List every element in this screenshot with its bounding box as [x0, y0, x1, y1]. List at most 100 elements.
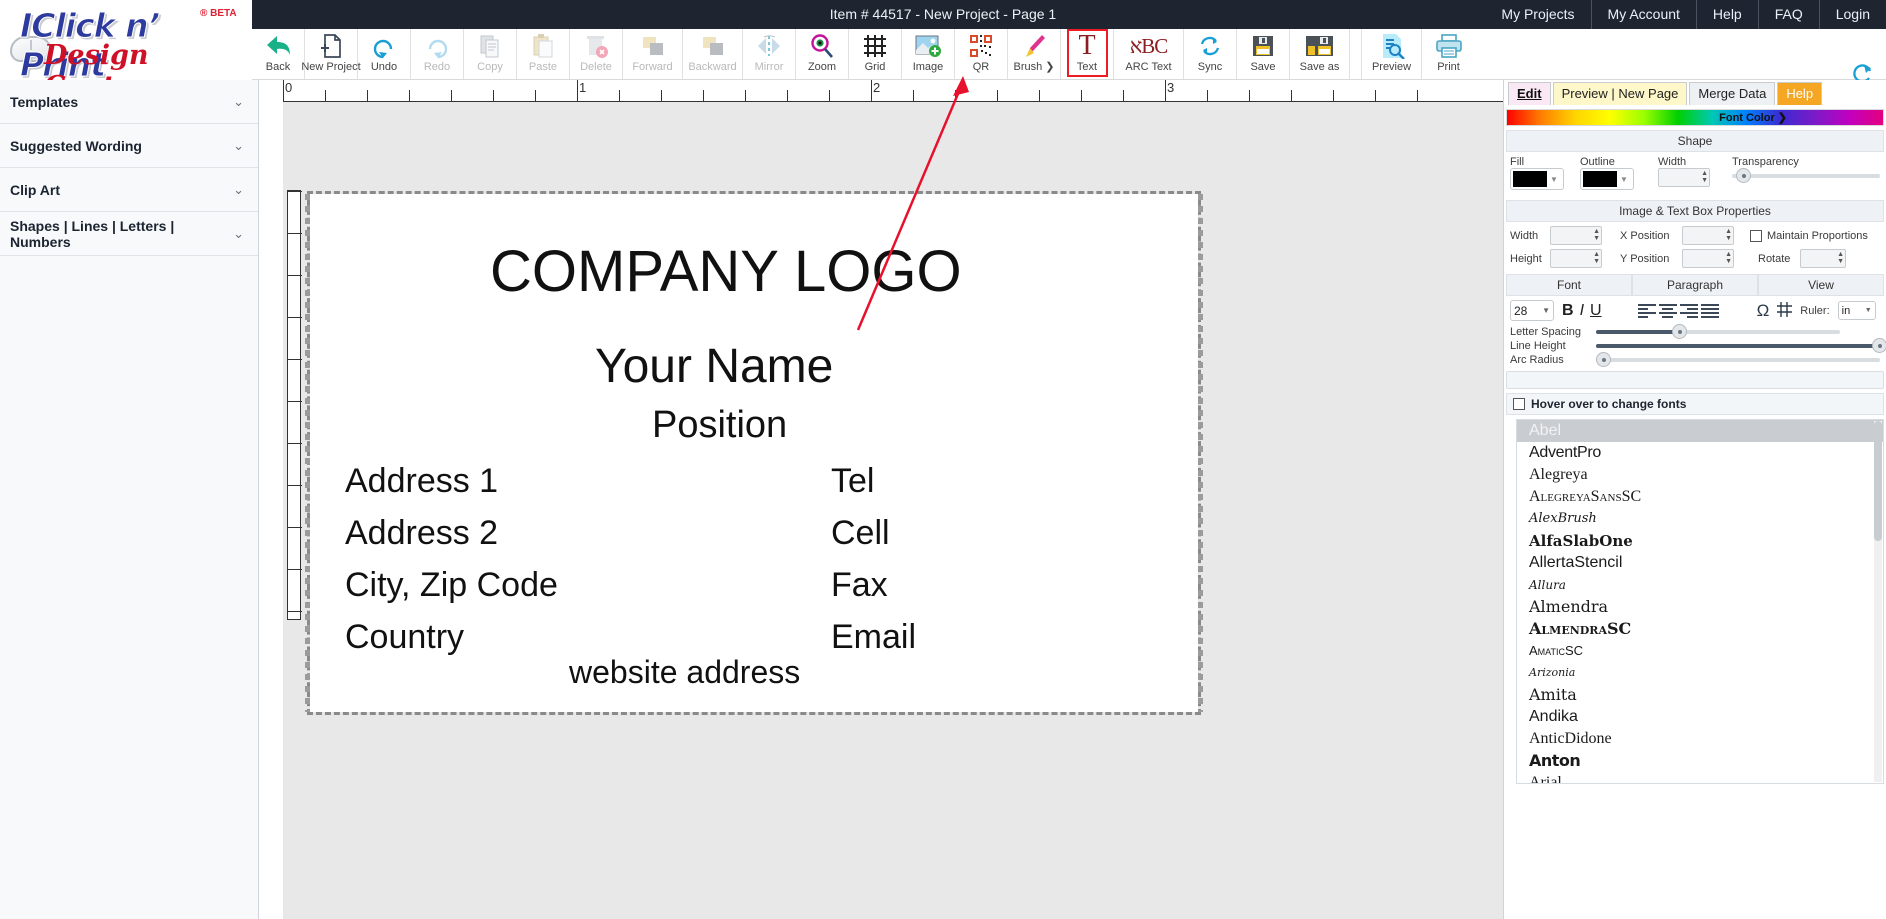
- grid-icon[interactable]: [1777, 302, 1792, 320]
- font-list-item[interactable]: Andika: [1517, 706, 1883, 728]
- toolbar-forward[interactable]: Forward: [623, 29, 683, 79]
- align-center-icon[interactable]: [1659, 303, 1677, 319]
- special-character-icon[interactable]: Ω: [1757, 301, 1770, 321]
- underline-button[interactable]: U: [1590, 302, 1602, 320]
- toolbar-text[interactable]: T Text: [1061, 29, 1114, 79]
- letter-spacing-knob[interactable]: [1672, 324, 1687, 339]
- hover-fonts-checkbox[interactable]: [1513, 398, 1525, 410]
- toolbar-sync[interactable]: Sync: [1184, 29, 1237, 79]
- sidebar-item-suggested-wording[interactable]: Suggested Wording ⌄: [0, 124, 258, 168]
- font-size-select[interactable]: 28 ▼: [1510, 300, 1554, 321]
- canvas-text-country[interactable]: Country: [345, 618, 464, 657]
- font-color-gradient-picker[interactable]: Font Color ❯: [1506, 109, 1884, 126]
- transparency-slider-track[interactable]: [1732, 174, 1880, 178]
- sidebar-item-clip-art[interactable]: Clip Art ⌄: [0, 168, 258, 212]
- italic-button[interactable]: I: [1580, 302, 1584, 320]
- app-logo[interactable]: IClick n’ Print ® BETA Design Center: [0, 0, 252, 80]
- font-list-item[interactable]: AllertaStencil: [1517, 552, 1883, 574]
- font-list-item[interactable]: Almendra: [1517, 596, 1883, 618]
- font-list-item[interactable]: AlegreyaSansSC: [1517, 486, 1883, 508]
- toolbar-brush[interactable]: Brush ❯: [1008, 29, 1061, 79]
- font-search-input[interactable]: [1506, 371, 1884, 389]
- sidebar-item-shapes-lines-letters-numbers[interactable]: Shapes | Lines | Letters | Numbers ⌄: [0, 212, 258, 256]
- tab-edit[interactable]: Edit: [1508, 82, 1551, 105]
- toolbar-undo[interactable]: Undo: [358, 29, 411, 79]
- font-list-scrollbar-thumb[interactable]: [1874, 421, 1882, 541]
- font-list-item[interactable]: Arial: [1517, 772, 1883, 784]
- nav-my-account[interactable]: My Account: [1592, 0, 1697, 29]
- align-right-icon[interactable]: [1680, 303, 1698, 319]
- arc-radius-track[interactable]: [1596, 358, 1880, 362]
- x-position-stepper[interactable]: ▲▼: [1682, 226, 1734, 245]
- font-list-item[interactable]: Allura: [1517, 574, 1883, 596]
- font-list-item[interactable]: Anton: [1517, 750, 1883, 772]
- workspace[interactable]: COMPANY LOGO Your Name Position Address …: [283, 102, 1503, 919]
- fill-color-picker[interactable]: ▼: [1510, 168, 1564, 190]
- toolbar-grid[interactable]: Grid: [849, 29, 902, 79]
- align-justify-icon[interactable]: [1701, 303, 1719, 319]
- nav-help[interactable]: Help: [1697, 0, 1759, 29]
- font-list-item[interactable]: AnticDidone: [1517, 728, 1883, 750]
- font-list-item[interactable]: AmaticSC: [1517, 640, 1883, 662]
- canvas-text-address-2[interactable]: Address 2: [345, 514, 498, 553]
- design-canvas-page[interactable]: COMPANY LOGO Your Name Position Address …: [310, 194, 1198, 712]
- transparency-slider-knob[interactable]: [1736, 168, 1751, 183]
- line-height-track[interactable]: [1596, 344, 1880, 348]
- bold-button[interactable]: B: [1562, 302, 1574, 320]
- align-left-icon[interactable]: [1638, 303, 1656, 319]
- tab-help[interactable]: Help: [1777, 82, 1822, 105]
- toolbar-back[interactable]: Back: [252, 29, 305, 79]
- font-list-item[interactable]: AlexBrush: [1517, 508, 1883, 530]
- canvas-text-website[interactable]: website address: [569, 654, 800, 691]
- nav-faq[interactable]: FAQ: [1759, 0, 1820, 29]
- ruler-unit-select[interactable]: in ▼: [1838, 301, 1876, 320]
- letter-spacing-track[interactable]: [1596, 330, 1840, 334]
- font-list-item[interactable]: AdventPro: [1517, 442, 1883, 464]
- font-list-item[interactable]: Arizonia: [1517, 662, 1883, 684]
- arc-radius-knob[interactable]: [1596, 352, 1611, 367]
- box-width-stepper[interactable]: ▲▼: [1550, 226, 1602, 245]
- font-list-item[interactable]: AlmendraSC: [1517, 618, 1883, 640]
- y-position-stepper[interactable]: ▲▼: [1682, 249, 1734, 268]
- toolbar-preview[interactable]: Preview: [1362, 29, 1422, 79]
- toolbar-image[interactable]: Image: [902, 29, 955, 79]
- canvas-text-email[interactable]: Email: [831, 618, 916, 657]
- toolbar-new-project[interactable]: New Project: [305, 29, 358, 79]
- line-height-knob[interactable]: [1872, 338, 1886, 353]
- canvas-text-position[interactable]: Position: [652, 404, 787, 447]
- sidebar-item-templates[interactable]: Templates ⌄: [0, 80, 258, 124]
- toolbar-copy[interactable]: Copy: [464, 29, 517, 79]
- canvas-text-company-logo[interactable]: COMPANY LOGO: [490, 238, 962, 305]
- box-height-stepper[interactable]: ▲▼: [1550, 249, 1602, 268]
- canvas-text-address-1[interactable]: Address 1: [345, 462, 498, 501]
- nav-login[interactable]: Login: [1820, 0, 1880, 29]
- shape-width-stepper[interactable]: ▲▼: [1658, 168, 1710, 187]
- toolbar-redo[interactable]: Redo: [411, 29, 464, 79]
- outline-color-picker[interactable]: ▼: [1580, 168, 1634, 190]
- font-list[interactable]: Abel AdventPro Alegreya AlegreyaSansSC A…: [1516, 419, 1884, 784]
- toolbar-paste[interactable]: Paste: [517, 29, 570, 79]
- font-list-item[interactable]: Alegreya: [1517, 464, 1883, 486]
- maintain-proportions-checkbox[interactable]: [1750, 230, 1762, 242]
- toolbar-zoom[interactable]: Zoom: [796, 29, 849, 79]
- toolbar-backward[interactable]: Backward: [683, 29, 743, 79]
- canvas-text-cell[interactable]: Cell: [831, 514, 890, 553]
- toolbar-mirror[interactable]: Mirror: [743, 29, 796, 79]
- nav-my-projects[interactable]: My Projects: [1485, 0, 1591, 29]
- toolbar-qr[interactable]: QR: [955, 29, 1008, 79]
- rotate-stepper[interactable]: ▲▼: [1800, 249, 1846, 268]
- canvas-area[interactable]: 0 1 2 3 COMPANY LOGO: [259, 80, 1503, 919]
- hover-fonts-row[interactable]: Hover over to change fonts: [1506, 393, 1884, 415]
- font-list-item[interactable]: AlfaSlabOne: [1517, 530, 1883, 552]
- tab-merge-data[interactable]: Merge Data: [1689, 82, 1775, 105]
- canvas-text-city-zip[interactable]: City, Zip Code: [345, 566, 558, 605]
- toolbar-delete[interactable]: Delete: [570, 29, 623, 79]
- toolbar-save[interactable]: Save: [1237, 29, 1290, 79]
- canvas-text-tel[interactable]: Tel: [831, 462, 874, 501]
- font-list-scrollbar[interactable]: [1874, 421, 1882, 782]
- toolbar-arc-text[interactable]: אBC ARC Text: [1114, 29, 1184, 79]
- font-list-item[interactable]: Abel: [1517, 420, 1883, 442]
- tab-preview-new-page[interactable]: Preview | New Page: [1553, 82, 1688, 105]
- toolbar-save-as[interactable]: Save as: [1290, 29, 1350, 79]
- font-list-item[interactable]: Amita: [1517, 684, 1883, 706]
